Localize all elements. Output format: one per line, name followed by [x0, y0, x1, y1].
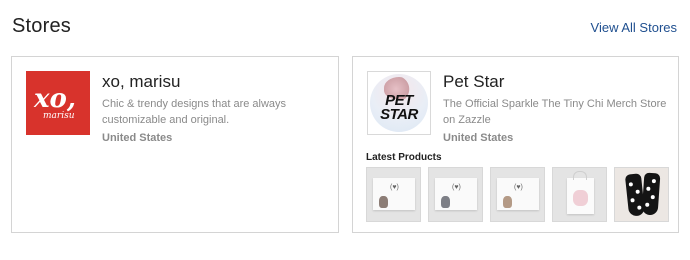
- dog-image: [503, 196, 512, 208]
- svg-text:xo,: xo,: [33, 84, 76, 114]
- store-logo[interactable]: PET STAR: [367, 71, 431, 135]
- dog-image: [573, 190, 588, 206]
- store-country: United States: [443, 132, 514, 144]
- store-name[interactable]: xo, marisu: [102, 72, 180, 92]
- latest-products-list: (♥) (♥) (♥): [366, 167, 669, 222]
- svg-text:marisu: marisu: [43, 111, 75, 121]
- product-thumbnail-tote-bag[interactable]: [552, 167, 607, 222]
- store-card-pet-star[interactable]: PET STAR Pet Star The Official Sparkle T…: [352, 56, 679, 233]
- xo-marisu-logo-icon: xo, marisu: [33, 84, 76, 121]
- product-thumbnail-note-card[interactable]: (♥): [490, 167, 545, 222]
- store-name[interactable]: Pet Star: [443, 72, 504, 92]
- store-description: Chic & trendy designs that are always cu…: [102, 98, 287, 126]
- product-thumbnail-note-card[interactable]: (♥): [428, 167, 483, 222]
- view-all-stores-link[interactable]: View All Stores: [591, 20, 677, 35]
- pet-star-logo-icon: PET STAR: [370, 74, 428, 132]
- store-country: United States: [102, 132, 173, 144]
- dog-image: [379, 196, 388, 208]
- product-thumbnail-note-card[interactable]: (♥): [366, 167, 421, 222]
- store-card-xo-marisu[interactable]: xo, marisu xo, marisu Chic & trendy desi…: [11, 56, 339, 233]
- store-logo[interactable]: xo, marisu: [26, 71, 90, 135]
- logo-text-star: STAR: [380, 106, 418, 123]
- section-title: Stores: [12, 15, 72, 37]
- dog-image: [441, 196, 450, 208]
- store-description: The Official Sparkle The Tiny Chi Merch …: [443, 98, 667, 126]
- product-thumbnail-socks[interactable]: [614, 167, 669, 222]
- latest-products-label: Latest Products: [366, 152, 442, 163]
